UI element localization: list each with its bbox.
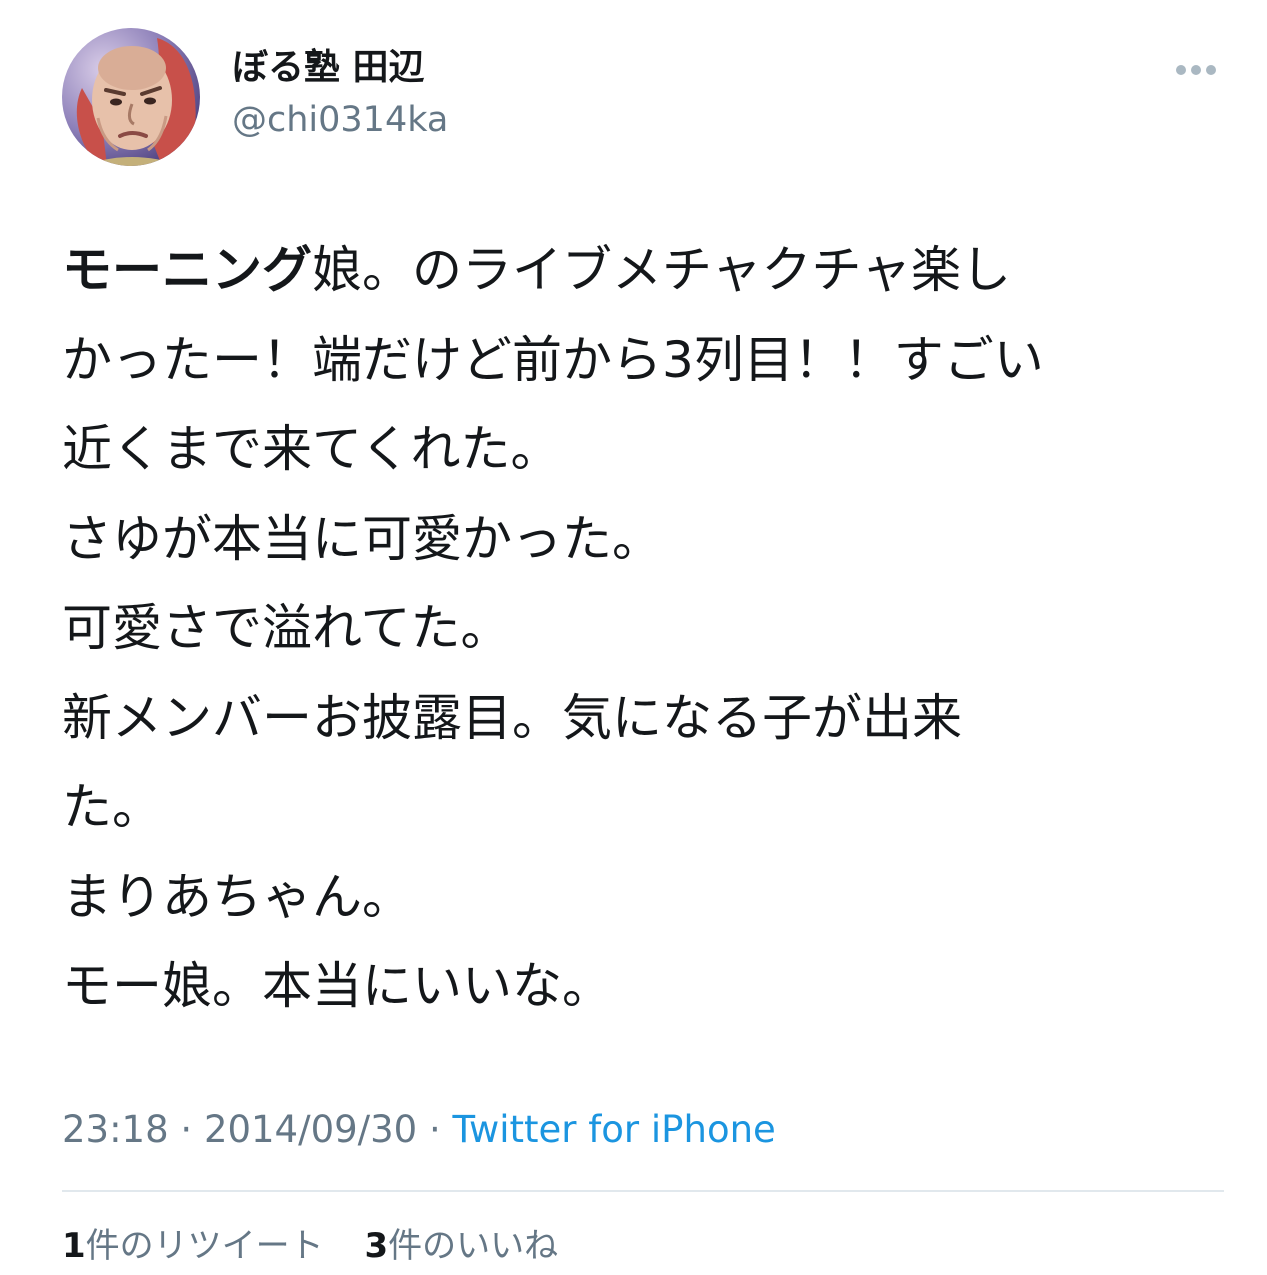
tweet-text: モーニング娘。のライブメチャクチャ楽し かったー！端だけど前から3列目！！すごい…	[62, 226, 1222, 1032]
tweet-line: た。	[62, 763, 1222, 853]
avatar-illustration	[62, 28, 200, 166]
tweet-line-text: 可愛さで溢れてた。	[62, 599, 511, 657]
tweet-highlight: モーニング	[62, 241, 312, 299]
tweet-line: かったー！端だけど前から3列目！！すごい	[62, 316, 1222, 406]
divider	[62, 1190, 1224, 1192]
meta-separator: ·	[417, 1108, 453, 1151]
ellipsis-icon	[1176, 65, 1186, 75]
more-options-button[interactable]	[1170, 52, 1222, 88]
display-name[interactable]: ぼる塾 田辺	[232, 44, 425, 92]
user-handle[interactable]: @chi0314ka	[232, 96, 448, 144]
tweet-date[interactable]: 2014/09/30	[204, 1108, 417, 1151]
tweet-line: モーニング娘。のライブメチャクチャ楽し	[62, 226, 1222, 316]
tweet-stats: 1件のリツイート 3件のいいね	[62, 1222, 588, 1270]
tweet-meta: 23:18 · 2014/09/30 · Twitter for iPhone	[62, 1106, 776, 1154]
retweet-count: 1	[62, 1226, 86, 1266]
tweet-time[interactable]: 23:18	[62, 1108, 169, 1151]
tweet-line-text: た。	[62, 778, 162, 836]
tweet-card: ぼる塾 田辺 @chi0314ka モーニング娘。のライブメチャクチャ楽し かっ…	[0, 0, 1267, 1275]
tweet-line: 近くまで来てくれた。	[62, 405, 1222, 495]
like-label: 件のいいね	[388, 1226, 559, 1266]
tweet-line-text: 新メンバーお披露目。気になる子が出来	[62, 688, 962, 747]
retweet-count-link[interactable]: 1件のリツイート	[62, 1222, 324, 1270]
like-count: 3	[364, 1226, 389, 1266]
user-avatar[interactable]	[62, 28, 200, 166]
tweet-line-text: 娘。のライブメチャクチャ楽し	[312, 241, 1011, 299]
tweet-line: モー娘。本当にいいな。	[62, 942, 1222, 1032]
tweet-line-text: 近くまで来てくれた。	[62, 420, 561, 478]
like-count-link[interactable]: 3件のいいね	[364, 1222, 558, 1270]
tweet-line: まりあちゃん。	[62, 853, 1222, 943]
tweet-line: 可愛さで溢れてた。	[62, 584, 1222, 674]
meta-separator: ·	[168, 1108, 204, 1151]
tweet-line: 新メンバーお披露目。気になる子が出来	[62, 674, 1222, 764]
ellipsis-icon	[1206, 65, 1216, 75]
tweet-line-text: モー娘。本当にいいな。	[62, 957, 612, 1015]
ellipsis-icon	[1191, 65, 1201, 75]
tweet-source-link[interactable]: Twitter for iPhone	[453, 1108, 776, 1151]
retweet-label: 件のリツイート	[85, 1226, 324, 1266]
tweet-line-text: まりあちゃん。	[62, 867, 412, 926]
tweet-line: さゆが本当に可愛かった。	[62, 495, 1222, 585]
tweet-line-text: かったー！端だけど前から3列目！！すごい	[62, 330, 1044, 389]
tweet-line-text: さゆが本当に可愛かった。	[62, 509, 662, 568]
